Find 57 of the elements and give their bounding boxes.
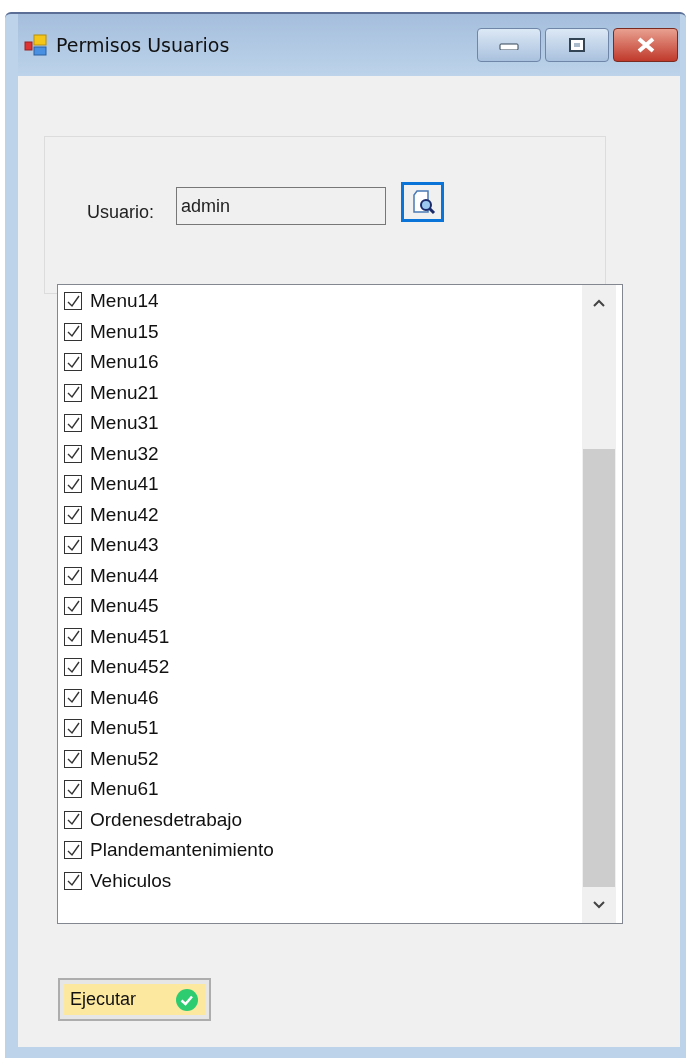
close-icon (635, 37, 656, 53)
checkbox[interactable] (64, 536, 82, 555)
scroll-down-icon[interactable] (593, 901, 605, 909)
permission-item[interactable]: Menu21 (58, 377, 582, 408)
permission-item[interactable]: Menu452 (58, 652, 582, 683)
permission-item[interactable]: Menu52 (58, 743, 582, 774)
close-button[interactable] (613, 28, 678, 62)
permission-item[interactable]: Menu32 (58, 438, 582, 469)
checkbox[interactable] (64, 292, 82, 311)
checkbox[interactable] (64, 688, 82, 707)
permission-item[interactable]: Menu15 (58, 316, 582, 347)
permission-item[interactable]: Ordenesdetrabajo (58, 804, 582, 835)
permission-item[interactable]: Menu44 (58, 560, 582, 591)
user-label: Usuario: (87, 201, 155, 223)
checkbox[interactable] (64, 658, 82, 677)
checkbox[interactable] (64, 383, 82, 402)
permission-item[interactable]: Menu45 (58, 591, 582, 622)
app-icon (24, 33, 48, 57)
checkbox[interactable] (64, 627, 82, 646)
permission-item[interactable]: Menu61 (58, 774, 582, 805)
permission-item[interactable]: Menu51 (58, 713, 582, 744)
checkbox[interactable] (64, 322, 82, 341)
scrollbar[interactable] (582, 285, 616, 923)
permission-item[interactable]: Menu41 (58, 469, 582, 500)
minimize-icon (498, 40, 520, 50)
scroll-up-icon[interactable] (593, 299, 605, 307)
checkbox[interactable] (64, 749, 82, 768)
permission-item[interactable]: Menu31 (58, 408, 582, 439)
scroll-thumb[interactable] (583, 449, 615, 887)
checkbox[interactable] (64, 871, 82, 890)
user-field[interactable]: admin (176, 187, 387, 225)
execute-button[interactable]: Ejecutar (58, 978, 211, 1021)
checkbox[interactable] (64, 505, 82, 524)
maximize-icon (569, 38, 585, 52)
checkbox[interactable] (64, 719, 82, 738)
permission-item[interactable]: Vehiculos (58, 865, 582, 896)
permission-item[interactable]: Menu46 (58, 682, 582, 713)
checkbox[interactable] (64, 810, 82, 829)
search-button[interactable] (401, 182, 445, 222)
permission-item[interactable]: Plandemantenimiento (58, 835, 582, 866)
permission-item[interactable]: Menu42 (58, 499, 582, 530)
checkbox[interactable] (64, 841, 82, 860)
permission-item[interactable]: Menu16 (58, 347, 582, 378)
checkbox[interactable] (64, 597, 82, 616)
checkbox[interactable] (64, 566, 82, 585)
checkbox[interactable] (64, 353, 82, 372)
minimize-button[interactable] (477, 28, 541, 62)
checkbox[interactable] (64, 475, 82, 494)
maximize-button[interactable] (545, 28, 609, 62)
checkbox[interactable] (64, 414, 82, 433)
checkbox[interactable] (64, 780, 82, 799)
window-title: Permisos Usuarios (56, 34, 230, 56)
permission-item[interactable]: Menu43 (58, 530, 582, 561)
check-icon (175, 987, 199, 1012)
permission-item[interactable]: Menu14 (58, 286, 582, 317)
checkbox[interactable] (64, 444, 82, 463)
permission-item[interactable]: Menu451 (58, 621, 582, 652)
